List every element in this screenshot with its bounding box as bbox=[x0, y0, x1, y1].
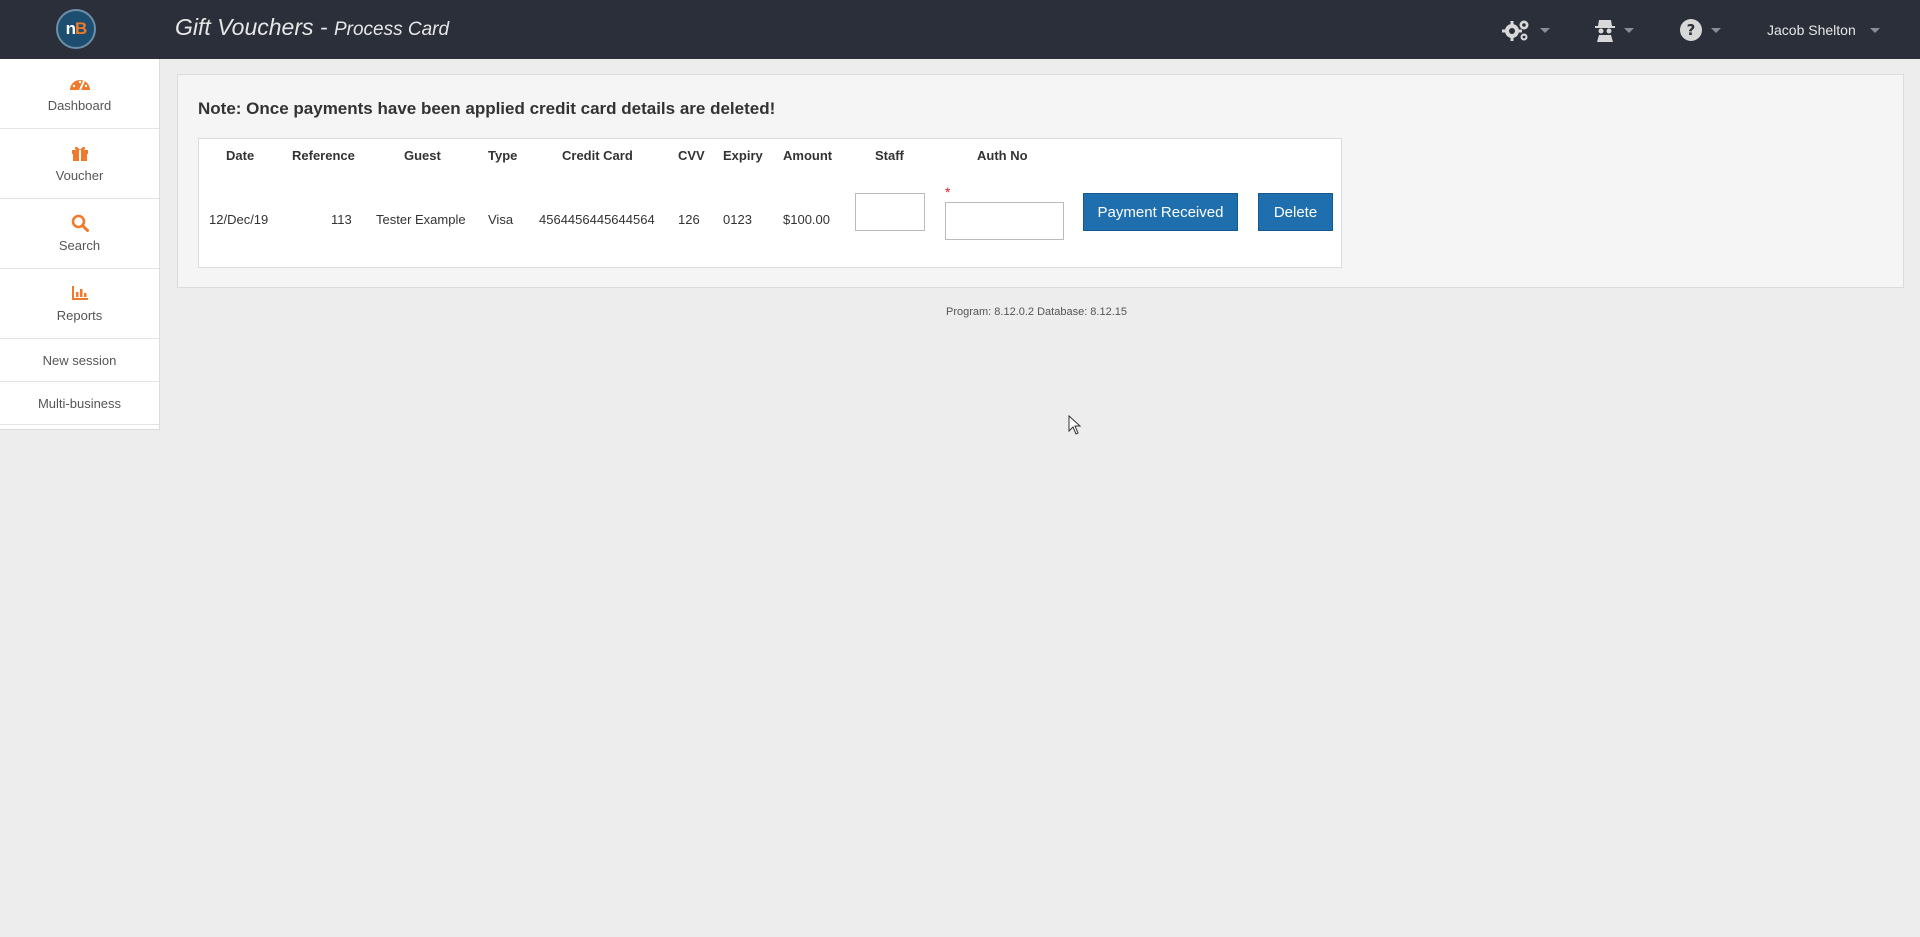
column-header-reference: Reference bbox=[292, 148, 355, 163]
sidebar: Dashboard Voucher Search Reports New ses… bbox=[0, 59, 160, 430]
sidebar-item-new-session[interactable]: New session bbox=[0, 339, 159, 382]
user-menu[interactable]: Jacob Shelton bbox=[1767, 22, 1880, 38]
chevron-down-icon bbox=[1624, 27, 1634, 33]
process-card-panel: Note: Once payments have been applied cr… bbox=[177, 74, 1904, 288]
svg-text:?: ? bbox=[1687, 21, 1696, 39]
cell-cvv: 126 bbox=[678, 212, 700, 227]
column-header-auth-no: Auth No bbox=[977, 148, 1028, 163]
sidebar-item-multi-business[interactable]: Multi-business bbox=[0, 382, 159, 425]
cell-date: 12/Dec/19 bbox=[209, 212, 269, 227]
help-menu[interactable]: ? bbox=[1679, 18, 1721, 42]
staff-input[interactable] bbox=[855, 193, 925, 231]
cell-amount: $100.00 bbox=[783, 212, 830, 227]
chevron-down-icon bbox=[1869, 27, 1880, 33]
cell-type: Visa bbox=[488, 212, 514, 227]
gears-icon bbox=[1502, 20, 1529, 41]
page-subtitle: Process Card bbox=[333, 19, 450, 40]
bar-chart-icon bbox=[71, 286, 88, 300]
sidebar-item-reports[interactable]: Reports bbox=[0, 269, 159, 339]
version-info: Program: 8.12.0.2 Database: 8.12.15 bbox=[946, 306, 1128, 318]
dashboard-icon bbox=[69, 80, 90, 91]
top-navbar: nB Gift Vouchers - Process Card ? Jacob … bbox=[0, 0, 1920, 59]
search-icon bbox=[71, 214, 89, 232]
app-logo[interactable]: nB bbox=[56, 9, 96, 49]
logo-letter-n: n bbox=[65, 19, 76, 38]
mouse-cursor-icon bbox=[1068, 415, 1082, 435]
column-header-guest: Guest bbox=[404, 148, 441, 163]
payment-received-button[interactable]: Payment Received bbox=[1083, 193, 1238, 231]
page-title: Gift Vouchers - Process Card bbox=[175, 14, 449, 41]
sidebar-item-label: Search bbox=[58, 238, 101, 253]
sidebar-item-voucher[interactable]: Voucher bbox=[0, 129, 159, 199]
column-header-expiry: Expiry bbox=[723, 148, 763, 163]
sidebar-item-label: Voucher bbox=[55, 168, 104, 183]
spy-icon bbox=[1595, 20, 1615, 42]
page-title-main: Gift Vouchers bbox=[175, 14, 314, 40]
incognito-menu[interactable] bbox=[1594, 18, 1634, 42]
logo-letter-b: B bbox=[75, 19, 87, 38]
cell-expiry: 0123 bbox=[723, 212, 752, 227]
required-marker: * bbox=[945, 184, 951, 200]
column-header-staff: Staff bbox=[875, 148, 904, 163]
cell-credit-card: 4564456445644564 bbox=[539, 212, 655, 227]
sidebar-item-dashboard[interactable]: Dashboard bbox=[0, 59, 159, 129]
chevron-down-icon bbox=[1711, 27, 1721, 33]
page-title-separator: - bbox=[319, 14, 328, 40]
column-header-type: Type bbox=[488, 148, 518, 163]
column-header-credit-card: Credit Card bbox=[562, 148, 633, 163]
sidebar-item-search[interactable]: Search bbox=[0, 199, 159, 269]
card-payments-table: Date Reference Guest Type Credit Card CV… bbox=[198, 138, 1342, 268]
delete-button[interactable]: Delete bbox=[1258, 193, 1333, 231]
gift-icon bbox=[71, 146, 88, 161]
cell-reference: 113 bbox=[331, 212, 352, 227]
user-name: Jacob Shelton bbox=[1767, 22, 1856, 38]
column-header-date: Date bbox=[226, 148, 255, 163]
column-header-amount: Amount bbox=[783, 148, 833, 163]
chevron-down-icon bbox=[1540, 27, 1550, 33]
help-icon: ? bbox=[1680, 19, 1702, 41]
auth-no-input[interactable] bbox=[945, 202, 1064, 240]
warning-note: Note: Once payments have been applied cr… bbox=[198, 99, 776, 118]
settings-menu[interactable] bbox=[1502, 18, 1550, 42]
cell-guest: Tester Example bbox=[376, 212, 466, 227]
sidebar-item-label: Dashboard bbox=[47, 98, 112, 113]
sidebar-item-label: Reports bbox=[56, 308, 103, 323]
column-header-cvv: CVV bbox=[678, 148, 705, 163]
